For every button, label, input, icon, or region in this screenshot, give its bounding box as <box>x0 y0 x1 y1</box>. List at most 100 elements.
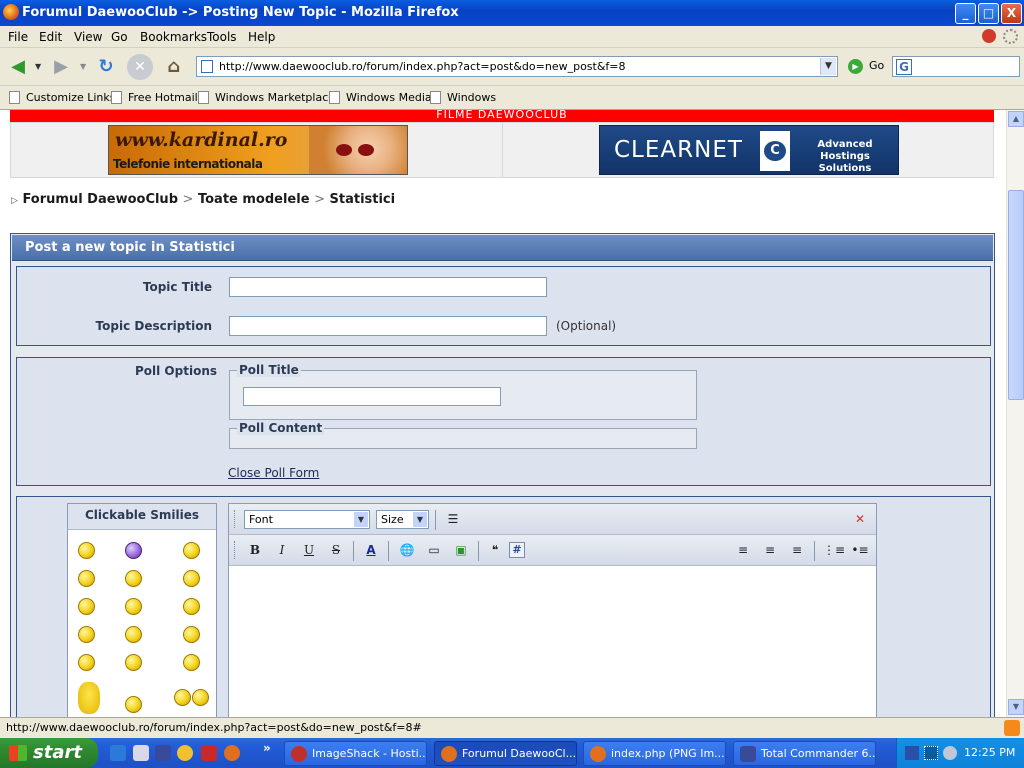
smiley-cool-icon[interactable] <box>183 570 200 587</box>
topic-title-input[interactable] <box>229 277 547 297</box>
task-imageshack[interactable]: ImageShack - Hosti... <box>284 741 427 766</box>
strikethrough-button[interactable]: S <box>326 540 346 560</box>
clearnet-banner[interactable]: CLEARNET C Advanced Hostings Solutions <box>599 125 899 175</box>
insert-quote-icon[interactable]: ❝ <box>485 540 505 560</box>
rss-feed-icon[interactable] <box>1004 720 1020 736</box>
bookmark-customize-links[interactable]: Customize Links <box>9 91 116 104</box>
minimize-button[interactable]: _ <box>955 3 976 24</box>
align-left-icon[interactable]: ≡ <box>733 540 753 560</box>
toolbar-grip[interactable] <box>234 510 237 528</box>
align-right-icon[interactable]: ≡ <box>787 540 807 560</box>
menu-go[interactable]: Go <box>111 30 128 44</box>
insert-link-icon[interactable]: 🌐 <box>397 540 417 560</box>
desktop-quicklaunch-icon[interactable] <box>133 745 149 761</box>
breadcrumb-forum-home[interactable]: Forumul DaewooClub <box>22 192 178 207</box>
bold-button[interactable]: B <box>245 540 265 560</box>
url-history-dropdown-icon[interactable]: ▼ <box>820 58 836 75</box>
task-index-php[interactable]: index.php (PNG Im... <box>583 741 726 766</box>
google-engine-icon[interactable]: G <box>896 59 912 75</box>
bookmark-windows-marketplace[interactable]: Windows Marketplace <box>198 91 335 104</box>
menu-file[interactable]: File <box>8 30 28 44</box>
smiley-devil-icon[interactable] <box>125 542 142 559</box>
app-quicklaunch-icon[interactable] <box>201 745 217 761</box>
close-button[interactable]: X <box>1001 3 1022 24</box>
breadcrumb-all-models[interactable]: Toate modelele <box>198 192 310 207</box>
go-button[interactable]: ▶ Go <box>846 58 886 76</box>
bookmark-free-hotmail[interactable]: Free Hotmail <box>111 91 198 104</box>
menu-view[interactable]: View <box>74 30 102 44</box>
back-icon[interactable]: ◀ <box>5 54 31 80</box>
menu-help[interactable]: Help <box>248 30 275 44</box>
smiley-icon[interactable] <box>78 542 95 559</box>
close-editor-icon[interactable]: ✕ <box>850 509 870 529</box>
commander-quicklaunch-icon[interactable] <box>155 745 171 761</box>
task-forumul-daewooclub[interactable]: Forumul DaewooCl... <box>434 741 577 766</box>
url-bar[interactable]: http://www.daewooclub.ro/forum/index.php… <box>196 56 838 77</box>
bookmark-windows[interactable]: Windows <box>430 91 496 104</box>
app-tray-icon[interactable] <box>924 746 938 760</box>
insert-code-button[interactable]: # <box>509 542 525 558</box>
smiley-banana-icon[interactable] <box>78 682 100 714</box>
ordered-list-icon[interactable]: ⋮≡ <box>823 540 845 560</box>
start-button[interactable]: start <box>0 738 98 768</box>
smiley-tongue-icon[interactable] <box>183 654 200 671</box>
smiley-wink-icon[interactable] <box>125 654 142 671</box>
scroll-down-icon[interactable]: ▼ <box>1008 699 1024 715</box>
home-icon[interactable]: ⌂ <box>161 54 187 80</box>
text-color-button[interactable]: A <box>361 540 381 560</box>
bookmark-windows-media[interactable]: Windows Media <box>329 91 432 104</box>
toolbar-grip[interactable] <box>234 541 237 559</box>
smiley-wave-icon[interactable] <box>125 598 142 615</box>
underline-button[interactable]: U <box>299 540 319 560</box>
window-titlebar[interactable]: Forumul DaewooClub -> Posting New Topic … <box>0 0 1024 26</box>
smiley-crazy-icon[interactable] <box>125 696 142 713</box>
smiley-icon[interactable] <box>183 626 200 643</box>
ie-quicklaunch-icon[interactable] <box>110 745 126 761</box>
page-scrollbar[interactable]: ▲ ▼ <box>1006 110 1024 717</box>
insert-email-icon[interactable]: ▭ <box>424 540 444 560</box>
network-tray-icon[interactable] <box>905 746 919 760</box>
smiley-icon[interactable] <box>78 626 95 643</box>
kardinal-banner[interactable]: www.kardinal.ro Telefonie internationala <box>108 125 408 175</box>
smiley-party-icon[interactable] <box>170 686 214 708</box>
reload-icon[interactable]: ↻ <box>93 54 119 80</box>
menu-edit[interactable]: Edit <box>39 30 62 44</box>
top-link-strip[interactable]: FILME DAEWOOCLUB <box>10 110 994 122</box>
scroll-thumb[interactable] <box>1008 190 1024 400</box>
banner-row: www.kardinal.ro Telefonie internationala… <box>10 122 994 178</box>
font-select[interactable]: Font ▼ <box>244 510 370 529</box>
scroll-up-icon[interactable]: ▲ <box>1008 111 1024 127</box>
task-total-commander[interactable]: Total Commander 6.... <box>733 741 876 766</box>
volume-tray-icon[interactable] <box>943 746 957 760</box>
url-text[interactable]: http://www.daewooclub.ro/forum/index.php… <box>219 60 626 73</box>
messenger-quicklaunch-icon[interactable] <box>177 745 193 761</box>
stop-icon[interactable]: ✕ <box>127 54 153 80</box>
forward-dropdown-icon[interactable]: ▼ <box>80 62 86 71</box>
smiley-clap-icon[interactable] <box>125 626 142 643</box>
poll-title-input[interactable] <box>243 387 501 406</box>
insert-image-icon[interactable]: ▣ <box>451 540 471 560</box>
smiley-sad-icon[interactable] <box>125 570 142 587</box>
quicklaunch-overflow-icon[interactable]: » <box>263 741 271 755</box>
align-center-icon[interactable]: ≡ <box>760 540 780 560</box>
breadcrumb-statistici[interactable]: Statistici <box>330 192 396 207</box>
smiley-icon[interactable] <box>78 570 95 587</box>
firefox-quicklaunch-icon[interactable] <box>224 745 240 761</box>
size-select[interactable]: Size ▼ <box>376 510 429 529</box>
search-input[interactable]: G <box>892 56 1020 77</box>
unordered-list-icon[interactable]: •≡ <box>850 540 870 560</box>
menu-bookmarks[interactable]: Bookmarks <box>140 30 207 44</box>
smiley-icon[interactable] <box>78 598 95 615</box>
maximize-button[interactable]: □ <box>978 3 999 24</box>
menu-tools[interactable]: Tools <box>207 30 237 44</box>
smiley-grin-icon[interactable] <box>78 654 95 671</box>
post-body-textarea[interactable] <box>229 566 876 717</box>
topic-description-input[interactable] <box>229 316 547 336</box>
smiley-laugh-icon[interactable] <box>183 598 200 615</box>
back-dropdown-icon[interactable]: ▼ <box>35 62 41 71</box>
italic-button[interactable]: I <box>272 540 292 560</box>
remove-format-icon[interactable]: ☰ <box>443 509 463 529</box>
forward-icon[interactable]: ▶ <box>48 54 74 80</box>
close-poll-link[interactable]: Close Poll Form <box>228 466 319 480</box>
smiley-icon[interactable] <box>183 542 200 559</box>
